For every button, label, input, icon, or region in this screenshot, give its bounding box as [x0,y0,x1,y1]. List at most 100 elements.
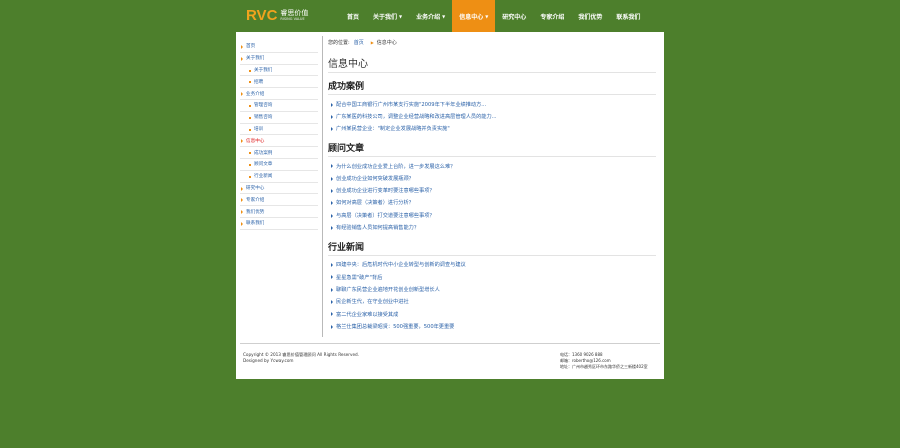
breadcrumb-prefix: 您的位置: [328,39,350,46]
bullet-icon [249,81,251,84]
arrow-right-icon [331,312,333,317]
sidebar-item-label: 业务介绍 [246,91,265,97]
article-link[interactable]: 格兰仕集团总裁梁昭贤：500强重要，500年更重要 [328,320,656,332]
arrow-right-icon [331,201,333,206]
breadcrumb-current: 信息中心 [376,39,397,46]
sidebar-item-2[interactable]: 关于我们 [240,65,318,77]
article-link[interactable]: 与高层（决策者）打交道要注意哪些事项？ [328,209,656,221]
nav-item-2[interactable]: 业务介绍 ▼ [409,0,452,32]
arrow-right-icon [241,186,243,191]
footer-designed-by[interactable]: Designed by Ycway.com [243,358,359,364]
sidebar-item-10[interactable]: 顾问文章 [240,159,318,171]
section-title: 行业新闻 [328,240,656,256]
sidebar-item-label: 关于我们 [246,56,265,62]
article-link[interactable]: 民企新生代，在守业创业中进社 [328,296,656,308]
nav-item-label: 专家介绍 [540,13,565,21]
sidebar-item-3[interactable]: 招聘 [240,76,318,89]
bullet-icon [249,128,251,131]
article-link[interactable]: 为什么创业成功企业爱上台阶，进一步发展这么难？ [328,160,656,172]
sidebar-item-6[interactable]: 销售咨询 [240,112,318,124]
sidebar-item-9[interactable]: 成功案例 [240,147,318,159]
arrow-right-icon [331,225,333,230]
bullet-icon [249,104,251,107]
footer-left: Copyright © 2013 睿思价值管理顾问 All Rights Res… [243,352,359,364]
footer-contact: 电话：1360 9026 888 邮箱：robertho@126.com 地址：… [560,352,648,370]
arrow-right-icon [331,164,333,169]
nav-item-5[interactable]: 专家介绍 [533,0,571,32]
article-link[interactable]: 聊聊广东民营企业遍地开花创业创新型增长人 [328,283,656,295]
nav-item-7[interactable]: 联系我们 [609,0,647,32]
bullet-icon [249,163,251,166]
sidebar-item-1[interactable]: 关于我们 [240,53,318,65]
arrow-right-icon [331,127,333,132]
arrow-right-icon [331,300,333,305]
site-logo[interactable]: RVC 睿思价值 RISING VALUE [246,7,308,24]
sidebar-item-label: 我们优势 [246,209,265,215]
sidebar-item-8[interactable]: 信息中心 [240,135,318,148]
article-link[interactable]: 创业成功企业如何突破发展瓶颈？ [328,172,656,184]
sidebar-item-label: 管理咨询 [254,103,273,109]
logo-cn-text: 睿思价值 [280,8,309,17]
nav-item-label: 首页 [347,13,360,21]
article-link-text: 民企新生代，在守业创业中进社 [336,299,409,306]
article-link[interactable]: 创业成功企业进行变革时要注意哪些事项？ [328,184,656,196]
sidebar-item-14[interactable]: 我们优势 [240,206,318,218]
article-link-text: 广州某民营企业："制定企业发展战略并负责实施" [336,126,450,133]
arrow-right-icon [331,102,333,107]
article-link[interactable]: 星星急需"破产"背后 [328,271,656,283]
chevron-down-icon: ▼ [442,13,446,19]
sections-container: 成功案例 配合中国工商银行广州市某支行实施"2009年下半年业绩推动方... 广东某… [328,79,656,332]
article-link[interactable]: 四建中央：后危机时代中小企业转型与创新的调查与建议 [328,259,656,271]
arrow-right-icon [331,275,333,280]
section-list: 四建中央：后危机时代中小企业转型与创新的调查与建议星星急需"破产"背后聊聊广东民… [328,259,656,333]
article-link-text: 配合中国工商银行广州市某支行实施"2009年下半年业绩推动方... [336,101,487,108]
sidebar-item-0[interactable]: 首页 [240,41,318,53]
bullet-icon [249,175,251,178]
article-link[interactable]: 富二代企业家难以接受其成 [328,308,656,320]
bullet-icon [249,152,251,155]
sidebar-item-12[interactable]: 研究中心 [240,183,318,195]
chevron-down-icon: ▼ [399,13,403,19]
nav-item-label: 关于我们 [373,13,398,21]
sidebar-item-label: 顾问文章 [254,162,273,168]
sidebar-item-label: 联系我们 [246,221,265,227]
article-link-text: 四建中央：后危机时代中小企业转型与创新的调查与建议 [336,262,466,269]
sidebar-menu: 首页 关于我们 关于我们 招聘 业务介绍 管理咨询 销售咨询 培训 信息中心 成功案例 顾问文章 行业… [240,41,318,230]
article-link[interactable]: 广州某民营企业："制定企业发展战略并负责实施" [328,123,656,135]
breadcrumb-arrow-icon: ▶ [370,39,374,45]
nav-item-label: 联系我们 [616,13,641,21]
article-link-text: 聊聊广东民营企业遍地开花创业创新型增长人 [336,286,440,293]
sidebar-item-label: 行业新闻 [254,174,273,180]
sidebar-item-13[interactable]: 专家介绍 [240,194,318,207]
arrow-right-icon [241,45,243,49]
article-link[interactable]: 广东某医药科技公司，调整企业经营战略和改进高层管理人员的能力... [328,110,656,122]
breadcrumb-home-link[interactable]: 首页 [354,39,364,46]
article-link[interactable]: 有经验销售人员如何提高销售能力？ [328,221,656,233]
article-link[interactable]: 配合中国工商银行广州市某支行实施"2009年下半年业绩推动方... [328,98,656,110]
nav-item-1[interactable]: 关于我们 ▼ [366,0,409,32]
nav-item-3[interactable]: 信息中心 ▼ [452,0,496,32]
arrow-right-icon [241,198,243,203]
bullet-icon [249,69,251,72]
sidebar-item-15[interactable]: 联系我们 [240,218,318,230]
nav-item-0[interactable]: 首页 [340,0,366,32]
nav-item-label: 我们优势 [578,13,603,21]
arrow-right-icon [241,56,243,61]
main-nav: 首页 关于我们 ▼ 业务介绍 ▼ 信息中心 ▼ 研究中心 专家介绍 我们优势 联系我们 [340,0,647,32]
nav-item-6[interactable]: 我们优势 [571,0,609,32]
arrow-right-icon [331,263,333,268]
nav-item-4[interactable]: 研究中心 [495,0,533,32]
sidebar-item-5[interactable]: 管理咨询 [240,100,318,112]
article-link-text: 有经验销售人员如何提高销售能力？ [336,225,420,232]
article-link[interactable]: 如何对高层（决策者）进行分析？ [328,197,656,209]
arrow-right-icon [331,114,333,119]
sidebar-item-7[interactable]: 培训 [240,124,318,136]
sidebar-item-4[interactable]: 业务介绍 [240,88,318,100]
arrow-right-icon [331,213,333,218]
arrow-right-icon [241,92,243,97]
article-link-text: 与高层（决策者）打交道要注意哪些事项？ [336,212,435,219]
sidebar-item-11[interactable]: 行业新闻 [240,171,318,183]
logo-en-text: RISING VALUE [280,16,305,21]
footer-divider [240,343,660,344]
content-divider [322,36,323,337]
